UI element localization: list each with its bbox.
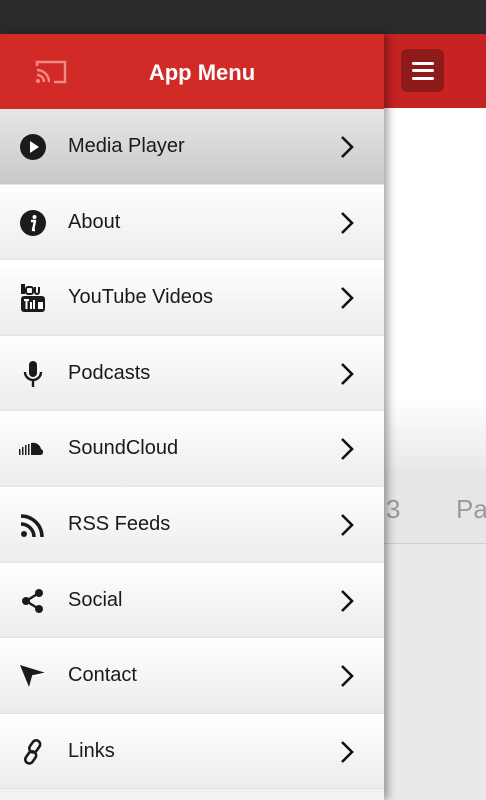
chevron-right-icon [341, 438, 354, 461]
menu-item-podcasts[interactable]: Podcasts [0, 335, 384, 412]
menu-item-label: YouTube Videos [68, 286, 213, 309]
link-icon [18, 737, 48, 767]
menu-item-label: About [68, 210, 121, 233]
chevron-right-icon [341, 740, 354, 763]
menu-item-youtube-videos[interactable]: YouTube Videos [0, 260, 384, 336]
menu-item-label: Links [68, 739, 115, 762]
menu-toggle-button[interactable] [401, 49, 444, 92]
menu-item-label: Contact [68, 664, 137, 687]
menu-item-label: Media Player [68, 135, 185, 157]
chevron-right-icon [341, 287, 354, 310]
menu-item-label: SoundCloud [68, 437, 179, 460]
status-bar [0, 0, 486, 34]
paper-plane-icon [18, 661, 48, 691]
soundcloud-icon [18, 434, 48, 464]
drawer-title: App Menu [148, 60, 256, 85]
info-icon [18, 208, 48, 238]
menu-item-social[interactable]: Social [0, 562, 384, 639]
menu-item-about[interactable]: About [0, 184, 384, 261]
tab-item[interactable]: 3 [386, 494, 400, 525]
rss-icon [18, 510, 48, 540]
tab-strip: 3 Pa [384, 468, 486, 544]
hamburger-icon [411, 61, 434, 80]
menu-list: Media Player About YouTube Videos Podcas… [0, 109, 384, 790]
content-area [384, 544, 486, 800]
chevron-right-icon [341, 514, 354, 536]
play-circle-icon [18, 132, 48, 162]
chevron-right-icon [341, 589, 354, 612]
chevron-right-icon [341, 362, 354, 385]
menu-item-contact[interactable]: Contact [0, 638, 384, 714]
share-icon [18, 586, 48, 616]
chevron-right-icon [341, 136, 354, 158]
hero-area [384, 108, 486, 468]
menu-item-soundcloud[interactable]: SoundCloud [0, 411, 384, 487]
menu-item-label: Podcasts [68, 361, 151, 384]
main-content: 3 Pa [384, 34, 486, 800]
menu-item-label: RSS Feeds [68, 512, 171, 535]
tab-item[interactable]: Pa [456, 494, 486, 525]
drawer-header: App Menu [0, 34, 384, 109]
screen: 3 Pa 1 App Menu Media Player [0, 0, 486, 800]
menu-item-media-player[interactable]: Media Player [0, 109, 384, 185]
navigation-drawer: App Menu Media Player About YouTube Vide… [0, 34, 384, 800]
menu-item-label: Social [68, 588, 123, 611]
menu-item-links[interactable]: Links [0, 713, 384, 790]
menu-item-rss-feeds[interactable]: RSS Feeds [0, 486, 384, 563]
youtube-icon [18, 283, 48, 313]
microphone-icon [18, 359, 48, 389]
chevron-right-icon [341, 665, 354, 688]
main-header [384, 34, 486, 108]
chevron-right-icon [341, 211, 354, 234]
